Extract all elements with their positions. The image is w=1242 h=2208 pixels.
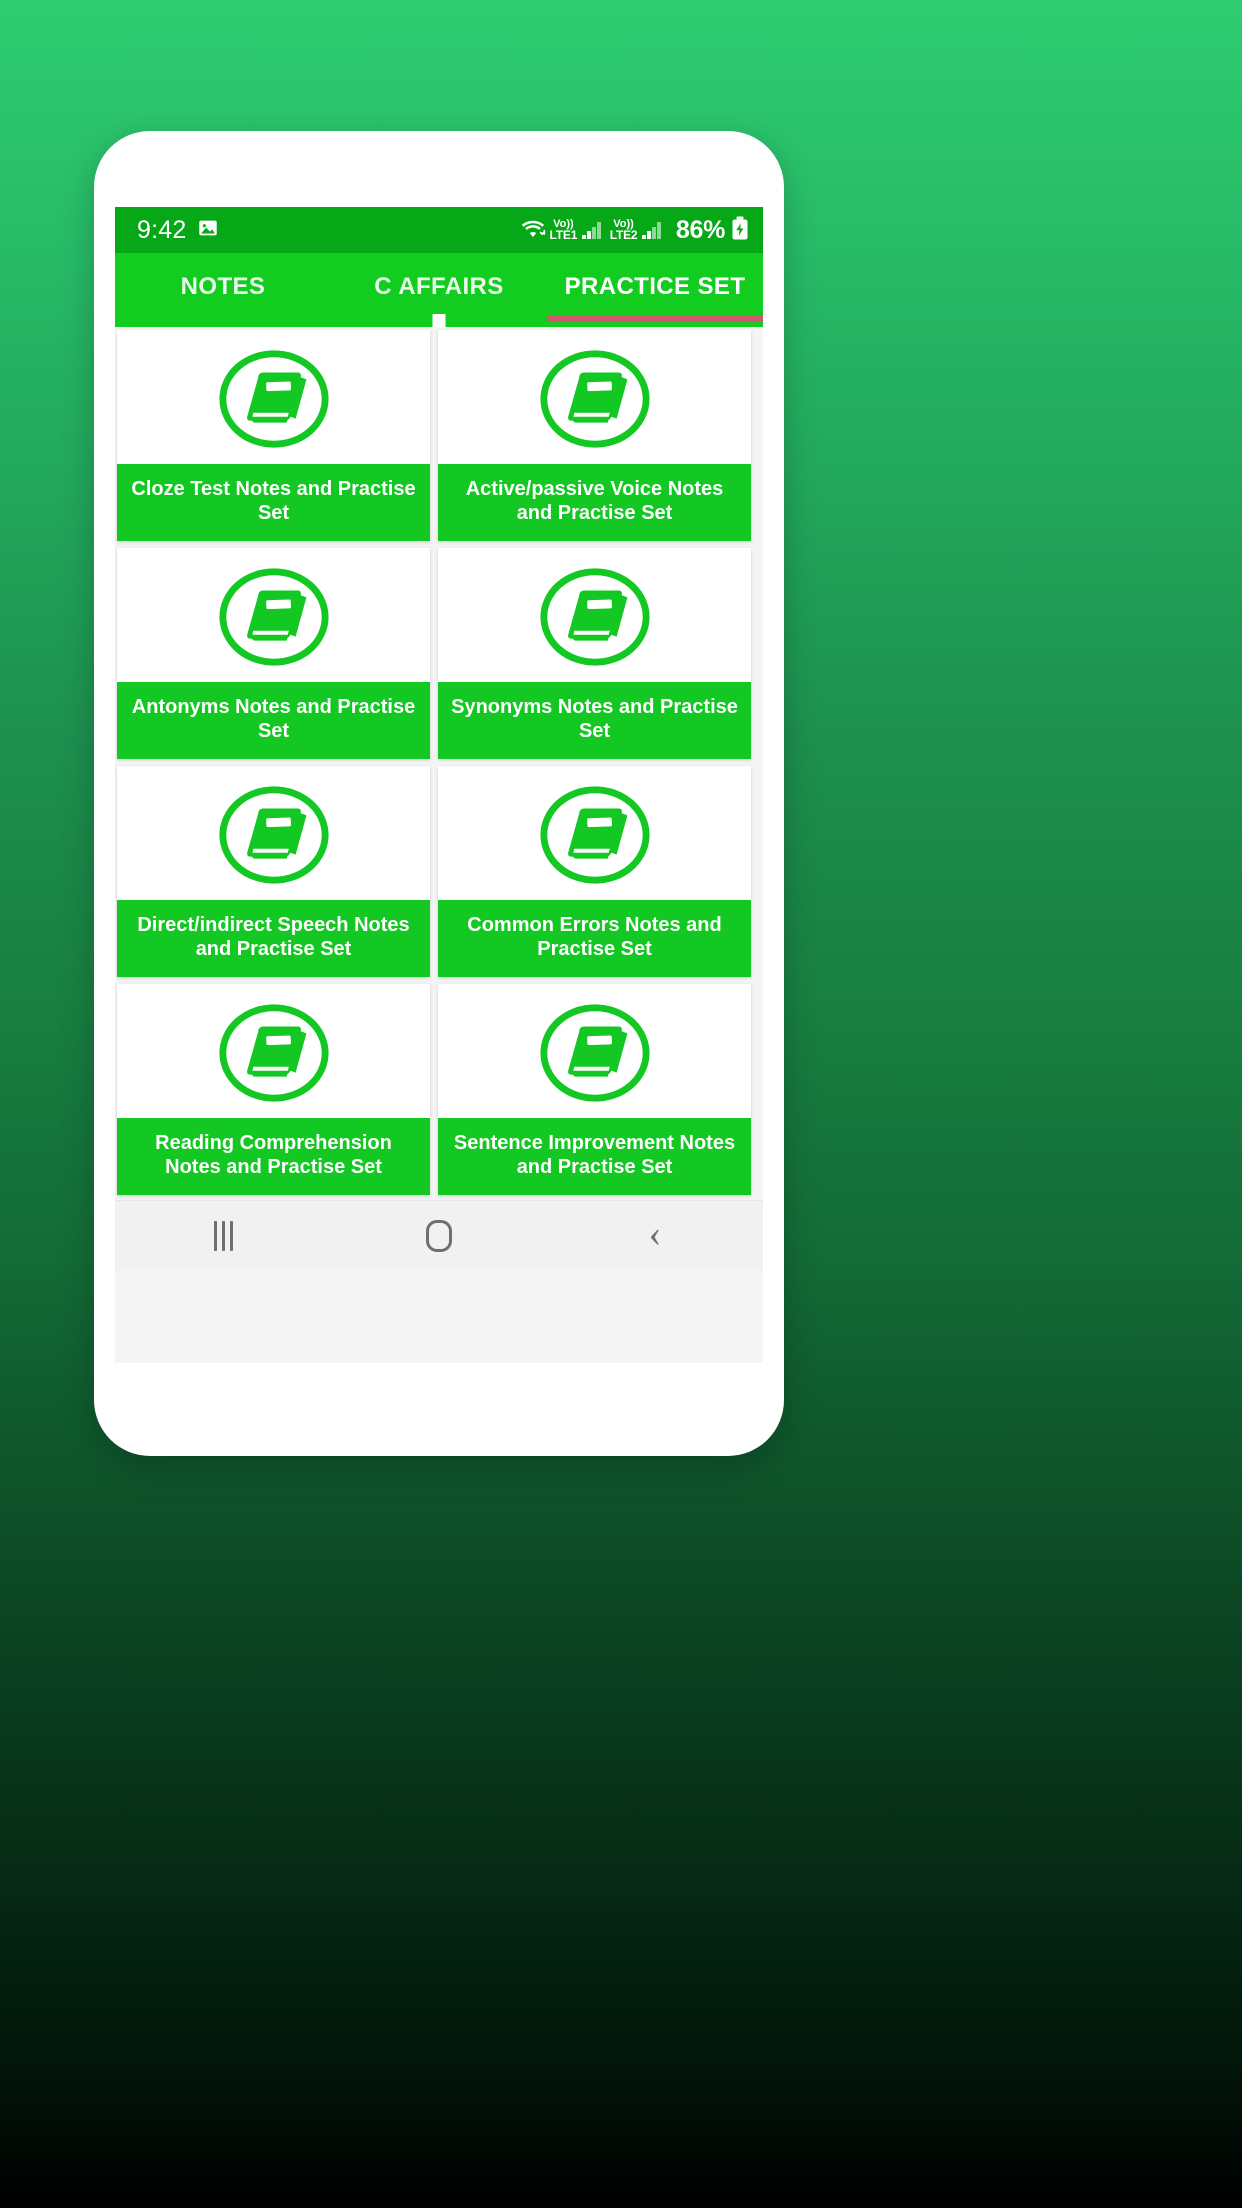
book-circle-icon: [218, 1004, 329, 1102]
card-label: Reading Comprehension Notes and Practise…: [117, 1118, 430, 1195]
tab-bar-notch: [432, 314, 446, 328]
battery-percent-label: 86%: [675, 215, 725, 244]
card-label: Antonyms Notes and Practise Set: [117, 682, 430, 759]
status-bar-left: 9:42: [137, 217, 219, 244]
book-circle-icon: [218, 786, 329, 884]
volte-sim1-icon: Vo)) LTE1: [549, 219, 578, 242]
practice-card[interactable]: Direct/indirect Speech Notes and Practis…: [117, 766, 430, 977]
card-label: Common Errors Notes and Practise Set: [438, 900, 751, 977]
volte-sim2-icon: Vo)) LTE2: [609, 219, 638, 242]
card-icon-area: [117, 984, 430, 1119]
home-icon: [426, 1219, 452, 1252]
card-label: Synonyms Notes and Practise Set: [438, 682, 751, 759]
tab-practice-set-label: PRACTICE SET: [564, 273, 746, 300]
book-circle-icon: [539, 1004, 650, 1102]
card-label: Sentence Improvement Notes and Practise …: [438, 1118, 751, 1195]
back-chevron-icon: ‹: [648, 1212, 662, 1255]
card-icon-area: [117, 766, 430, 901]
book-circle-icon: [539, 786, 650, 884]
card-icon-area: [438, 330, 751, 465]
home-button[interactable]: [379, 1201, 499, 1271]
phone-screen: 9:42 Vo)) LTE1 Vo)) LTE2 86% NOTES C AFF…: [115, 207, 763, 1363]
practice-card[interactable]: Common Errors Notes and Practise Set: [438, 766, 751, 977]
card-icon-area: [438, 984, 751, 1119]
book-circle-icon: [539, 350, 650, 448]
tab-practice-set[interactable]: PRACTICE SET: [547, 253, 763, 327]
card-icon-area: [117, 330, 430, 465]
tab-bar: NOTES C AFFAIRS PRACTICE SET: [115, 253, 763, 328]
status-bar-right: Vo)) LTE1 Vo)) LTE2 86%: [520, 216, 749, 245]
practice-card[interactable]: Sentence Improvement Notes and Practise …: [438, 984, 751, 1195]
recent-apps-button[interactable]: [163, 1201, 283, 1271]
volte2-bottom-label: LTE2: [609, 227, 638, 242]
practice-card[interactable]: Synonyms Notes and Practise Set: [438, 548, 751, 759]
book-circle-icon: [218, 568, 329, 666]
tab-notes[interactable]: NOTES: [115, 253, 331, 327]
tab-current-affairs-label: C AFFAIRS: [374, 273, 504, 300]
status-bar: 9:42 Vo)) LTE1 Vo)) LTE2 86%: [115, 207, 763, 253]
active-tab-indicator: [547, 316, 763, 321]
card-label: Direct/indirect Speech Notes and Practis…: [117, 900, 430, 977]
status-clock: 9:42: [137, 215, 187, 244]
card-label: Cloze Test Notes and Practise Set: [117, 464, 430, 541]
wifi-icon: [520, 218, 546, 243]
tab-notes-label: NOTES: [180, 273, 266, 300]
practice-card[interactable]: Cloze Test Notes and Practise Set: [117, 330, 430, 541]
book-circle-icon: [218, 350, 329, 448]
practice-set-grid[interactable]: Cloze Test Notes and Practise Set Active…: [115, 327, 763, 1200]
battery-charging-icon: [731, 216, 749, 245]
recent-apps-icon: [213, 1220, 233, 1251]
signal-bars-sim2-icon: [642, 221, 661, 239]
back-button[interactable]: ‹: [595, 1201, 715, 1271]
card-icon-area: [438, 548, 751, 683]
signal-bars-sim1-icon: [582, 221, 601, 239]
practice-card[interactable]: Reading Comprehension Notes and Practise…: [117, 984, 430, 1195]
volte1-bottom-label: LTE1: [549, 227, 578, 242]
practice-card[interactable]: Active/passive Voice Notes and Practise …: [438, 330, 751, 541]
image-icon: [197, 217, 219, 244]
book-circle-icon: [539, 568, 650, 666]
card-label: Active/passive Voice Notes and Practise …: [438, 464, 751, 541]
phone-mockup-frame: 9:42 Vo)) LTE1 Vo)) LTE2 86% NOTES C AFF…: [94, 131, 784, 1456]
android-navigation-bar: ‹: [115, 1200, 763, 1270]
practice-card[interactable]: Antonyms Notes and Practise Set: [117, 548, 430, 759]
card-icon-area: [117, 548, 430, 683]
card-icon-area: [438, 766, 751, 901]
